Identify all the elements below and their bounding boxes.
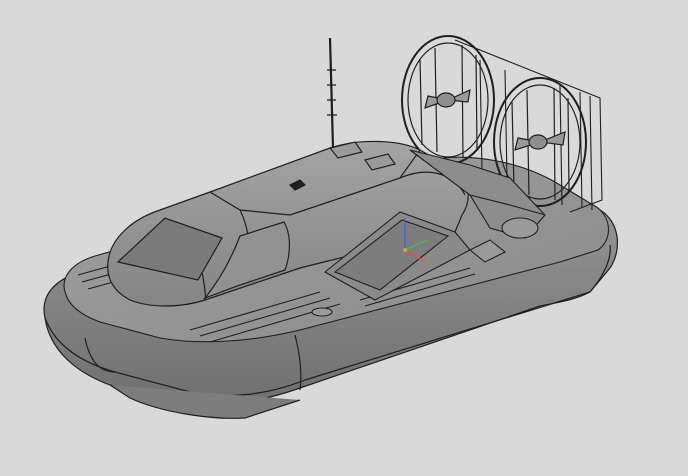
model-canvas	[43, 35, 618, 419]
antenna	[327, 37, 337, 149]
cad-viewport[interactable]	[0, 0, 688, 476]
